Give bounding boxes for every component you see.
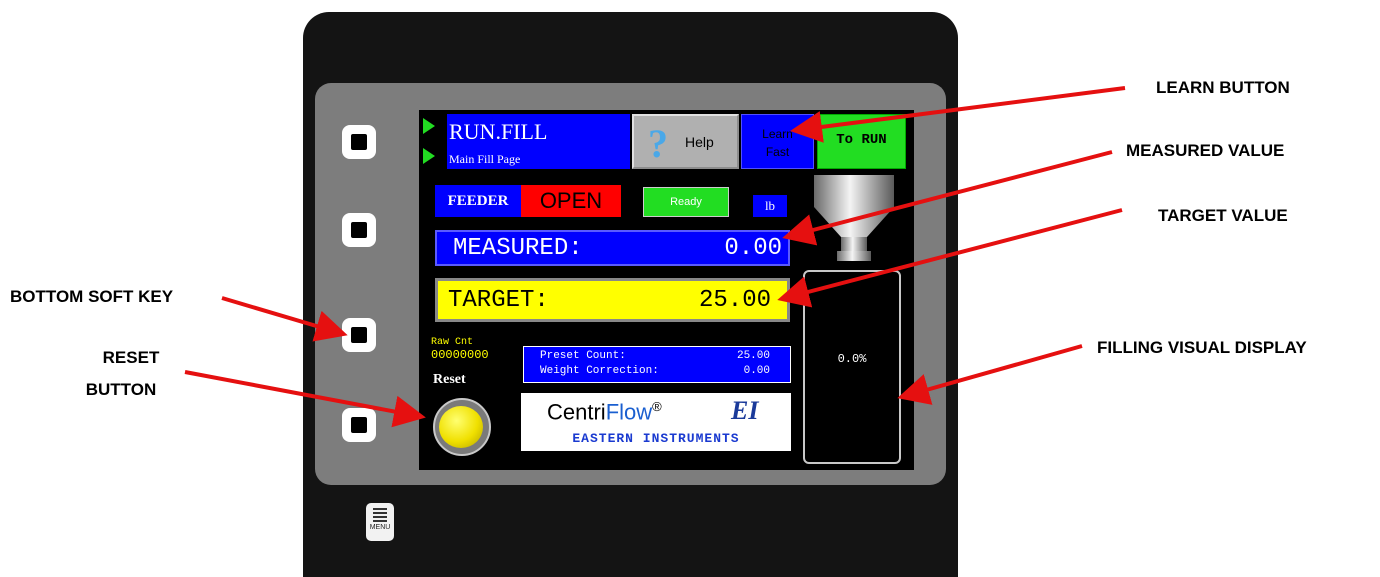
- annotation-bottom-soft-key: BOTTOM SOFT KEY: [10, 287, 174, 306]
- annotation-measured-value: MEASURED VALUE: [1126, 141, 1285, 160]
- annotation-reset-line2: BUTTON: [85, 380, 157, 399]
- annotation-learn-button: LEARN BUTTON: [1156, 78, 1290, 97]
- arrow-bottom-soft-key: [221, 296, 348, 342]
- annotation-reset-line1: RESET: [102, 348, 160, 367]
- annotation-target-value: TARGET VALUE: [1158, 206, 1288, 225]
- arrow-learn-button: [790, 86, 1126, 143]
- arrow-reset-button: [184, 370, 426, 428]
- annotation-filling-visual-display: FILLING VISUAL DISPLAY: [1097, 338, 1307, 357]
- arrow-filling-display: [897, 344, 1083, 405]
